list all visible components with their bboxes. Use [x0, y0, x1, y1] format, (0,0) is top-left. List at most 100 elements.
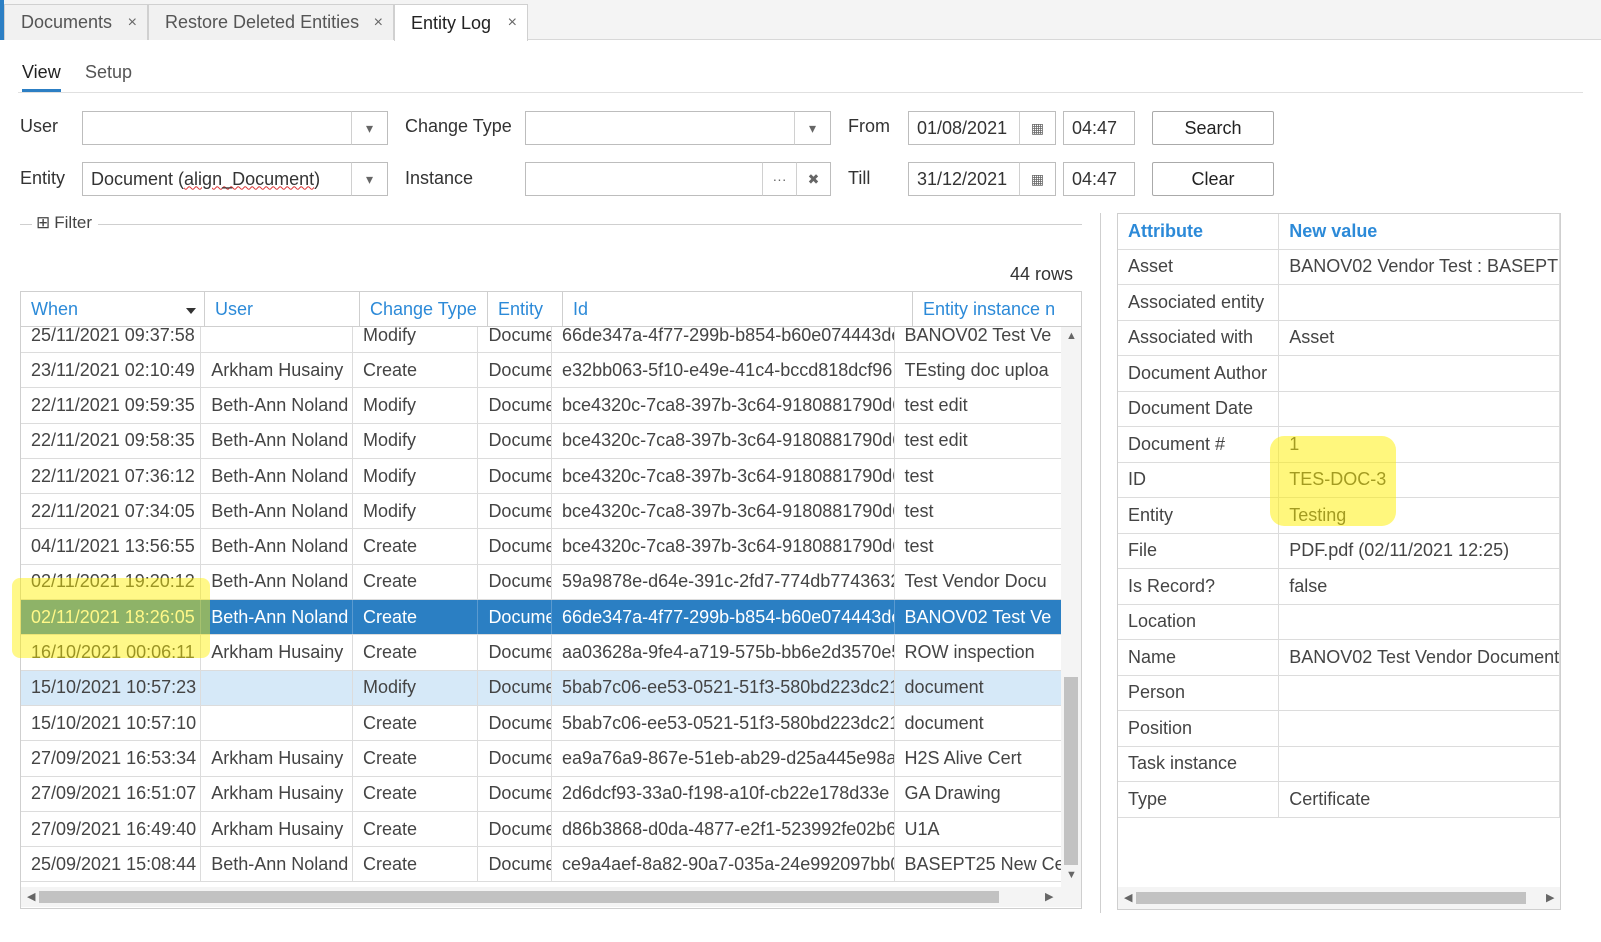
close-icon[interactable]: ×	[508, 14, 517, 32]
cell-id: 66de347a-4f77-299b-b854-b60e074443de	[552, 600, 895, 635]
chevron-down-icon[interactable]: ▾	[351, 111, 388, 145]
close-icon[interactable]: ×	[374, 14, 383, 32]
attribute-row[interactable]: Is Record? false	[1118, 569, 1560, 605]
cell-entity: Docume	[478, 494, 553, 529]
scroll-thumb[interactable]	[1136, 892, 1526, 904]
cell-when: 15/10/2021 10:57:23	[21, 670, 202, 705]
cell-user: Arkham Husainy	[201, 741, 354, 776]
horizontal-scrollbar[interactable]: ◀ ▶	[21, 887, 1081, 907]
column-header-new-value[interactable]: New value	[1279, 214, 1560, 249]
table-row[interactable]: 27/09/2021 16:53:34 Arkham Husainy Create D…	[21, 741, 1061, 777]
entity-value-name: align_Document	[184, 168, 315, 189]
cell-when: 22/11/2021 09:58:35	[21, 423, 202, 458]
table-row[interactable]: 25/11/2021 09:37:58 Modify Docume 66de347a-…	[21, 327, 1061, 353]
attribute-row[interactable]: Person	[1118, 675, 1560, 711]
scroll-up-icon[interactable]: ▲	[1066, 330, 1077, 342]
horizontal-scrollbar[interactable]: ◀ ▶	[1118, 887, 1560, 909]
scroll-down-icon[interactable]: ▼	[1066, 869, 1077, 881]
scroll-right-icon[interactable]: ▶	[1546, 891, 1554, 904]
user-select[interactable]	[82, 111, 352, 145]
cell-entity-instance: test edit	[904, 394, 968, 415]
cell-when: 22/11/2021 07:34:05	[21, 494, 202, 529]
table-row[interactable]: 04/11/2021 13:56:55 Beth-Ann Noland Create…	[21, 529, 1061, 565]
vertical-scrollbar[interactable]: ▲ ▼	[1061, 327, 1081, 887]
cell-entity: Docume	[478, 635, 553, 670]
attribute-name: Is Record?	[1118, 569, 1280, 604]
attribute-row[interactable]: Associated with Asset	[1118, 320, 1560, 356]
attribute-row[interactable]: Location	[1118, 604, 1560, 640]
attribute-row[interactable]: Type Certificate	[1118, 782, 1560, 818]
till-date-input[interactable]: 31/12/2021	[908, 162, 1020, 196]
attribute-name: Associated with	[1118, 320, 1280, 355]
scroll-right-icon[interactable]: ▶	[1045, 890, 1053, 903]
subtab-setup[interactable]: Setup	[85, 62, 132, 83]
table-row[interactable]: 27/09/2021 16:49:40 Arkham Husainy Create D…	[21, 811, 1061, 848]
column-header-user[interactable]: User	[205, 292, 360, 327]
attribute-row[interactable]: Associated entity	[1118, 285, 1560, 321]
entity-label: Entity	[20, 168, 66, 188]
table-row[interactable]: 22/11/2021 07:34:05 Beth-Ann Noland Modify…	[21, 494, 1061, 530]
table-row[interactable]: 22/11/2021 09:58:35 Beth-Ann Noland Modify…	[21, 423, 1061, 459]
from-date-input[interactable]: 01/08/2021	[908, 111, 1020, 145]
column-header-attribute[interactable]: Attribute	[1118, 214, 1280, 249]
attribute-row[interactable]: Position	[1118, 711, 1560, 747]
attribute-row[interactable]: File PDF.pdf (02/11/2021 12:25)	[1118, 533, 1560, 569]
table-row[interactable]: 15/10/2021 10:57:23 Modify Docume 5bab7c06-…	[21, 670, 1061, 706]
cell-when: 04/11/2021 13:56:55	[21, 529, 202, 564]
chevron-down-icon[interactable]: ▾	[351, 162, 388, 196]
attribute-name: Task instance	[1118, 746, 1280, 781]
chevron-down-icon[interactable]: ▾	[794, 111, 831, 145]
attribute-row[interactable]: Name BANOV02 Test Vendor Document	[1118, 640, 1560, 676]
till-time-input[interactable]: 04:47	[1063, 162, 1135, 196]
change-type-select[interactable]	[525, 111, 795, 145]
calendar-icon[interactable]: ▦	[1019, 162, 1056, 196]
subtab-view[interactable]: View	[22, 62, 61, 92]
scroll-left-icon[interactable]: ◀	[27, 890, 35, 903]
ellipsis-icon[interactable]: ···	[762, 162, 797, 196]
entity-select[interactable]: Document (align_Document)	[82, 162, 352, 196]
from-time-input[interactable]: 04:47	[1063, 111, 1135, 145]
scroll-thumb[interactable]	[1064, 677, 1078, 865]
tab-label: Restore Deleted Entities	[165, 12, 360, 32]
table-row[interactable]: 15/10/2021 10:57:10 Create Docume 5bab7c06-…	[21, 705, 1061, 742]
column-header-entity-instance[interactable]: Entity instance n	[913, 292, 1081, 327]
attribute-row[interactable]: Document Author	[1118, 356, 1560, 392]
column-header-entity[interactable]: Entity	[488, 292, 563, 327]
table-row[interactable]: 25/09/2021 15:08:44 Beth-Ann Noland Create…	[21, 847, 1061, 883]
tab-restore-deleted-entities[interactable]: Restore Deleted Entities ×	[148, 4, 394, 40]
clear-x-icon[interactable]: ✖	[796, 162, 831, 196]
change-type-label: Change Type	[405, 116, 512, 136]
scroll-thumb[interactable]	[39, 891, 999, 903]
instance-input[interactable]	[525, 162, 763, 196]
table-row[interactable]: 22/11/2021 07:36:12 Beth-Ann Noland Modify…	[21, 458, 1061, 495]
tab-documents[interactable]: Documents ×	[4, 4, 148, 40]
cell-id: d86b3868-d0da-4877-e2f1-523992fe02b6	[552, 811, 895, 847]
cell-user: Beth-Ann Noland	[201, 494, 354, 529]
plus-box-icon: ⊞	[36, 213, 51, 232]
filter-toggle[interactable]: ⊞ Filter	[36, 213, 92, 233]
attribute-row[interactable]: Document Date	[1118, 391, 1560, 427]
attribute-row[interactable]: Task instance	[1118, 746, 1560, 782]
table-row[interactable]: 23/11/2021 02:10:49 Arkham Husainy Create D…	[21, 353, 1061, 389]
table-row[interactable]: 22/11/2021 09:59:35 Beth-Ann Noland Modify…	[21, 388, 1061, 424]
close-icon[interactable]: ×	[128, 14, 137, 32]
cell-when: 15/10/2021 10:57:10	[21, 705, 202, 741]
column-header-change-type[interactable]: Change Type	[360, 292, 488, 327]
cell-user: Beth-Ann Noland	[201, 564, 354, 600]
column-header-when[interactable]: When	[21, 292, 205, 327]
filter-line-right	[98, 224, 1082, 225]
calendar-icon[interactable]: ▦	[1019, 111, 1056, 145]
search-button[interactable]: Search	[1152, 111, 1274, 145]
cell-entity: Docume	[478, 327, 553, 352]
cell-id: 59a9878e-d64e-391c-2fd7-774db7743632	[552, 564, 895, 600]
scroll-left-icon[interactable]: ◀	[1124, 891, 1132, 904]
attribute-row[interactable]: Asset BANOV02 Vendor Test : BASEPT25	[1118, 249, 1560, 285]
column-header-id[interactable]: Id	[563, 292, 913, 327]
cell-when: 23/11/2021 02:10:49	[21, 353, 202, 388]
tab-entity-log[interactable]: Entity Log ×	[394, 4, 528, 41]
attribute-name: Name	[1118, 640, 1280, 675]
clear-button[interactable]: Clear	[1152, 162, 1274, 196]
table-row[interactable]: 27/09/2021 16:51:07 Arkham Husainy Create D…	[21, 776, 1061, 812]
cell-entity-instance: test	[904, 536, 934, 557]
cell-entity: Docume	[478, 353, 553, 388]
